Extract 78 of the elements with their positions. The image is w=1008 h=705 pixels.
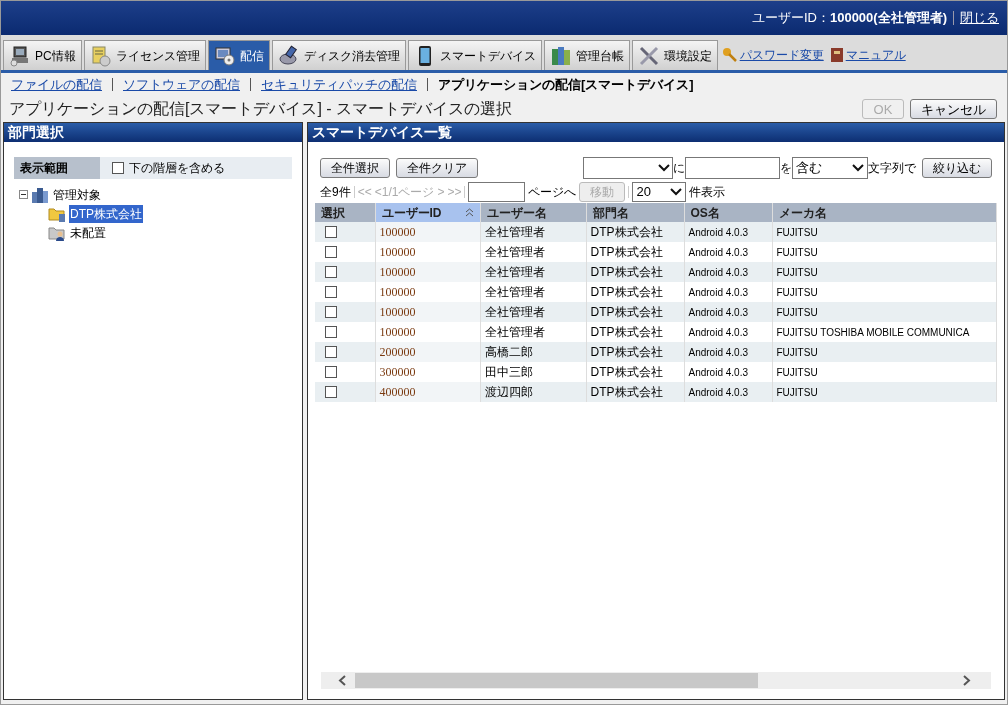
row-checkbox[interactable]	[325, 346, 337, 358]
nav-tab[interactable]: 環境設定	[631, 40, 718, 70]
filter-input[interactable]	[685, 157, 780, 179]
tree-item[interactable]: DTP株式会社	[69, 204, 143, 223]
panel-title: 部門選択	[4, 123, 302, 142]
top-link[interactable]: パスワード変更	[739, 46, 824, 64]
dialog-button[interactable]: キャンセル	[910, 99, 997, 119]
table-cell: 100000	[375, 322, 480, 342]
select-button[interactable]: 全件選択	[320, 158, 390, 178]
chevron-down-icon	[852, 164, 864, 172]
key-icon	[721, 47, 738, 63]
top-link[interactable]: マニュアル	[845, 46, 906, 64]
total-count: 全9件	[320, 184, 351, 201]
horizontal-scrollbar[interactable]	[321, 672, 991, 689]
nav-tab[interactable]: 管理台帳	[543, 40, 630, 70]
connector-label: に	[673, 160, 685, 177]
table-cell: 100000	[375, 242, 480, 262]
per-page-label: 件表示	[689, 184, 726, 201]
subnav-link[interactable]: ファイルの配信	[11, 74, 102, 95]
match-select[interactable]: 含む	[792, 157, 868, 179]
row-checkbox[interactable]	[325, 326, 337, 338]
nav-tab[interactable]: ライセンス管理	[83, 40, 206, 70]
page-number-input[interactable]	[468, 182, 526, 202]
nav-tab[interactable]: PC情報	[3, 40, 82, 70]
filter-field-select[interactable]	[583, 157, 673, 179]
table-cell: 100000	[375, 262, 480, 282]
row-checkbox[interactable]	[325, 306, 337, 318]
column-header[interactable]: ユーザーID	[375, 203, 480, 222]
chevron-down-icon	[670, 188, 683, 196]
table-cell: 100000	[375, 302, 480, 322]
filter-button[interactable]: 絞り込む	[922, 158, 992, 178]
panel-title: スマートデバイス一覧	[308, 123, 1004, 142]
books-icon	[549, 44, 572, 67]
certificate-icon	[89, 44, 112, 67]
table-cell: 400000	[375, 382, 480, 402]
collapse-icon[interactable]	[19, 190, 28, 199]
row-checkbox[interactable]	[325, 286, 337, 298]
nav-tab[interactable]: ディスク消去管理	[271, 40, 406, 70]
computer-icon	[9, 44, 31, 67]
table-cell: 100000	[375, 282, 480, 302]
subnav-link[interactable]: ソフトウェアの配信	[123, 74, 240, 95]
scope-label: 表示範囲	[14, 157, 100, 179]
table-cell: DTP株式会社	[586, 382, 684, 402]
row-checkbox[interactable]	[325, 266, 337, 278]
sort-icon	[464, 208, 474, 217]
subnav-link[interactable]: セキュリティパッチの配信	[261, 74, 417, 95]
per-page-select[interactable]: 20	[632, 182, 687, 202]
computer-disc-icon	[213, 44, 236, 67]
table-cell: FUJITSU	[772, 382, 997, 402]
table-cell: 300000	[375, 362, 480, 382]
subnav-link[interactable]: アプリケーションの配信[スマートデバイス]	[438, 74, 694, 95]
select-button[interactable]: 全件クリア	[396, 158, 478, 178]
row-checkbox[interactable]	[325, 246, 337, 258]
nav-tab[interactable]: スマートデバイス	[407, 40, 542, 70]
goto-label: ページへ	[528, 184, 577, 201]
building-icon	[31, 186, 49, 203]
tree-item[interactable]: 管理対象	[52, 185, 102, 204]
row-checkbox[interactable]	[325, 226, 337, 238]
chevron-down-icon	[658, 164, 670, 172]
tree-item[interactable]: 未配置	[69, 223, 107, 242]
close-link[interactable]: 閉じる	[960, 8, 999, 28]
disk-eraser-icon	[277, 44, 300, 67]
include-subfolders-checkbox[interactable]	[112, 162, 124, 174]
row-checkbox[interactable]	[325, 366, 337, 378]
page-title: アプリケーションの配信[スマートデバイス] - スマートデバイスの選択	[9, 99, 513, 119]
folder-person-icon	[48, 224, 66, 241]
user-id-label: ユーザーID：100000(全社管理者)	[751, 9, 947, 28]
row-checkbox[interactable]	[325, 386, 337, 398]
table-cell: 渡辺四郎	[480, 382, 586, 402]
connector-label: を	[780, 160, 792, 177]
checkbox-label: 下の階層を含める	[129, 160, 225, 177]
table-cell: 100000	[375, 222, 480, 242]
filter-suffix: 文字列で	[868, 160, 916, 177]
nav-tab[interactable]: 配信	[207, 40, 270, 70]
folder-building-icon	[48, 205, 66, 222]
table-cell: Android 4.0.3	[684, 382, 772, 402]
book-icon	[829, 47, 844, 63]
table-cell: 200000	[375, 342, 480, 362]
